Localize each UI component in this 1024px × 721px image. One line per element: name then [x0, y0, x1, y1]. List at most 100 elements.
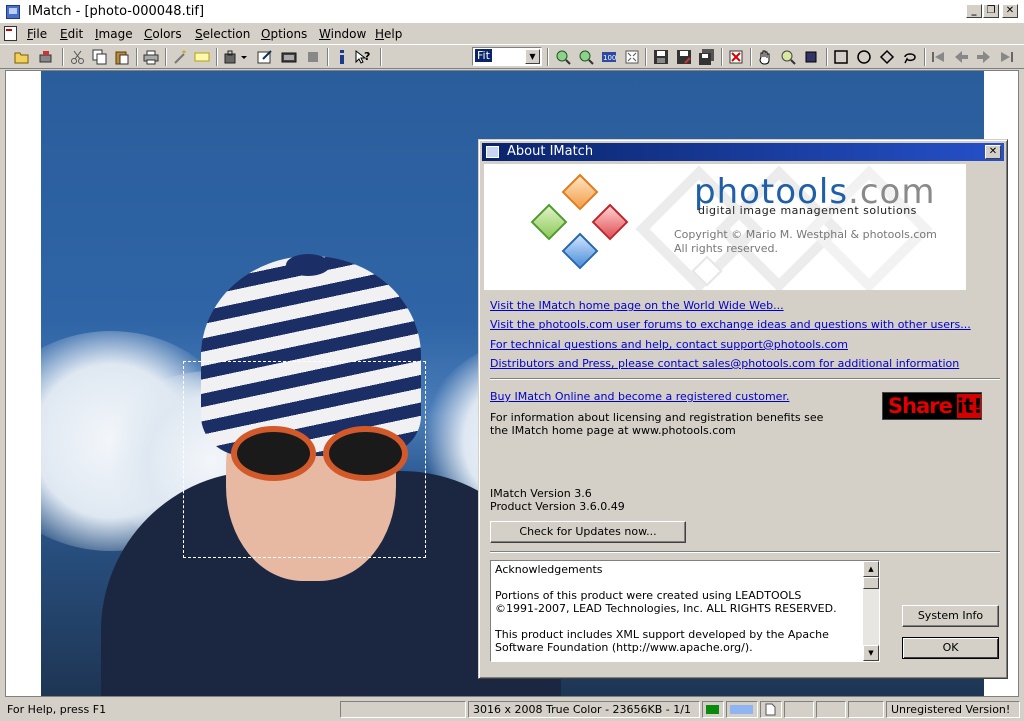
menu-bar: File Edit Image Colors Selection Options…	[0, 24, 1024, 44]
logo-orange-diamond	[561, 173, 599, 211]
wand-icon[interactable]	[172, 49, 188, 65]
crop-icon[interactable]	[803, 49, 819, 65]
plugin-icon[interactable]	[223, 49, 239, 65]
status-blue-indicator	[726, 701, 758, 718]
save-as-icon[interactable]	[676, 49, 692, 65]
link-buy-online[interactable]: Buy IMatch Online and become a registere…	[490, 390, 789, 403]
check-updates-button[interactable]: Check for Updates now...	[490, 521, 686, 543]
save-all-icon[interactable]	[699, 49, 715, 65]
print-icon[interactable]	[143, 49, 159, 65]
selection-marquee[interactable]	[183, 361, 426, 558]
first-icon[interactable]	[930, 49, 946, 65]
menu-options[interactable]: Options	[261, 27, 307, 41]
link-home-page[interactable]: Visit the IMatch home page on the World …	[490, 299, 784, 312]
copy-icon[interactable]	[92, 49, 108, 65]
edit-icon[interactable]	[257, 49, 273, 65]
zoom-select[interactable]: Fit ▼	[472, 47, 542, 66]
status-field-c	[848, 701, 884, 718]
link-user-forums[interactable]: Visit the photools.com user forums to ex…	[490, 318, 971, 331]
document-icon[interactable]	[4, 26, 17, 41]
minimize-button[interactable]: _	[966, 4, 982, 18]
rect-select-icon[interactable]	[833, 49, 849, 65]
logo-green-diamond	[530, 203, 568, 241]
zoom-tool-icon[interactable]	[780, 49, 796, 65]
menu-help[interactable]: Help	[375, 27, 402, 41]
ack-scrollbar[interactable]: ▲ ▼	[863, 561, 879, 661]
dropdown-arrow-icon[interactable]	[239, 49, 255, 65]
chevron-down-icon[interactable]: ▼	[525, 49, 540, 64]
ack-title: Acknowledgements	[495, 563, 603, 576]
menu-file[interactable]: File	[27, 27, 47, 41]
copyright: Copyright © Mario M. Westphal & photools…	[674, 228, 937, 255]
system-info-button[interactable]: System Info	[902, 605, 999, 627]
menu-edit[interactable]: Edit	[60, 27, 83, 41]
help-icon[interactable]: ?	[354, 49, 370, 65]
tagline: digital image management solutions	[698, 204, 917, 217]
svg-text:?: ?	[364, 50, 370, 63]
link-sales[interactable]: Distributors and Press, please contact s…	[490, 357, 959, 370]
next-icon[interactable]	[976, 49, 992, 65]
zoom-out-icon[interactable]	[578, 49, 594, 65]
scroll-up-icon[interactable]: ▲	[863, 561, 879, 577]
link-support[interactable]: For technical questions and help, contac…	[490, 338, 848, 351]
dialog-icon	[486, 146, 499, 158]
title-bar: IMatch - [photo-000048.tif] _ ❐ ✕	[0, 0, 1024, 24]
note-icon[interactable]	[194, 49, 210, 65]
scroll-down-icon[interactable]: ▼	[863, 645, 879, 661]
scan-icon[interactable]	[38, 49, 54, 65]
zoom-in-icon[interactable]	[555, 49, 571, 65]
zoom-100-icon[interactable]: 100	[601, 49, 617, 65]
hand-icon[interactable]	[757, 49, 773, 65]
close-button[interactable]: ✕	[1002, 4, 1018, 18]
status-field-b	[816, 701, 846, 718]
save-icon[interactable]	[653, 49, 669, 65]
lasso-icon[interactable]	[902, 49, 918, 65]
last-icon[interactable]	[999, 49, 1015, 65]
stop-icon[interactable]	[305, 49, 321, 65]
imatch-version: IMatch Version 3.6	[490, 487, 592, 500]
info-icon[interactable]	[334, 49, 350, 65]
zoom-value: Fit	[475, 49, 492, 62]
toolbar: ? Fit ▼ 100	[0, 44, 1024, 69]
status-bar: For Help, press F1 3016 x 2008 True Colo…	[0, 699, 1024, 721]
logo-blue-diamond	[561, 232, 599, 270]
delete-icon[interactable]	[728, 49, 744, 65]
status-image-info: 3016 x 2008 True Color - 23656KB - 1/1	[468, 701, 700, 718]
cut-icon[interactable]	[70, 49, 86, 65]
app-icon[interactable]	[6, 5, 20, 19]
menu-window[interactable]: Window	[319, 27, 366, 41]
dialog-close-button[interactable]: ✕	[985, 145, 1001, 159]
license-info: For information about licensing and regi…	[490, 411, 824, 437]
status-empty	[340, 701, 466, 718]
restore-button[interactable]: ❐	[983, 4, 999, 18]
prev-icon[interactable]	[953, 49, 969, 65]
acknowledgements-box[interactable]: Acknowledgements Portions of this produc…	[490, 560, 880, 662]
menu-selection[interactable]: Selection	[195, 27, 250, 41]
status-help: For Help, press F1	[7, 703, 107, 716]
scroll-thumb[interactable]	[863, 577, 879, 589]
paste-icon[interactable]	[114, 49, 130, 65]
dialog-title: About IMatch	[507, 144, 594, 159]
ack-apache: This product includes XML support develo…	[495, 628, 829, 654]
status-green-indicator	[702, 701, 724, 718]
menu-colors[interactable]: Colors	[144, 27, 182, 41]
open-icon[interactable]	[14, 49, 30, 65]
status-registration: Unregistered Version!	[886, 701, 1020, 718]
ok-button[interactable]: OK	[902, 637, 999, 659]
product-version: Product Version 3.6.0.49	[490, 500, 625, 513]
ack-leadtools: Portions of this product were created us…	[495, 589, 837, 615]
page-icon	[760, 701, 782, 718]
dialog-title-bar: About IMatch ✕	[482, 143, 1004, 161]
polygon-select-icon[interactable]	[879, 49, 895, 65]
menu-image[interactable]: Image	[95, 27, 133, 41]
photools-banner: photools.com digital image management so…	[484, 164, 966, 290]
window-title: IMatch - [photo-000048.tif]	[28, 4, 205, 19]
shareit-logo[interactable]: Share it!	[882, 392, 983, 420]
about-dialog: About IMatch ✕ photools.com digital imag…	[478, 139, 1008, 679]
status-field-a	[784, 701, 814, 718]
zoom-fit-icon[interactable]	[624, 49, 640, 65]
version-info: IMatch Version 3.6 Product Version 3.6.0…	[490, 487, 625, 513]
logo-red-diamond	[591, 203, 629, 241]
ellipse-select-icon[interactable]	[856, 49, 872, 65]
slideshow-icon[interactable]	[281, 49, 297, 65]
